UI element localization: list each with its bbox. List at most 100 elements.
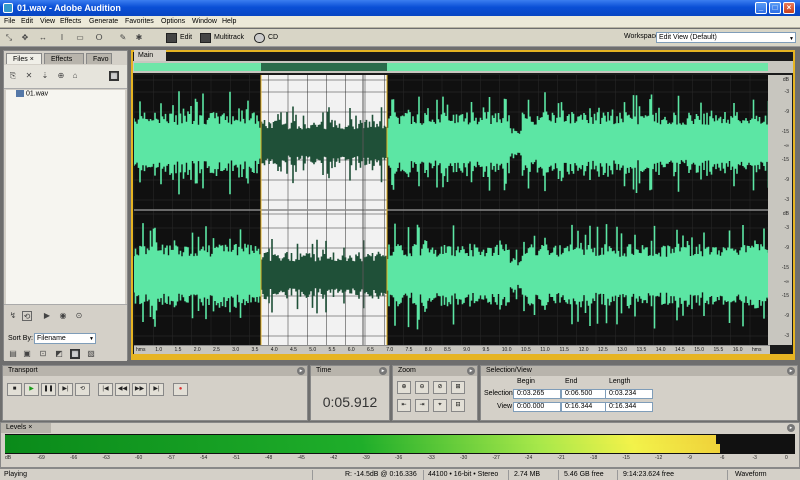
show-file-type-icon[interactable]: ▦ bbox=[109, 71, 119, 81]
zoom-to-selection-icon[interactable]: ⌖ bbox=[433, 399, 447, 412]
scrub-tool-icon[interactable]: ↔ bbox=[38, 33, 48, 43]
zoom-out-horizontal-icon[interactable]: ⊖ bbox=[415, 381, 429, 394]
zoom-in-horizontal-icon[interactable]: ⊕ bbox=[397, 381, 411, 394]
level-scale-label: -36 bbox=[395, 455, 403, 461]
level-scale-label: -18 bbox=[590, 455, 598, 461]
menu-help[interactable]: Help bbox=[222, 18, 236, 25]
minimize-icon[interactable]: _ bbox=[755, 2, 767, 14]
cd-icon bbox=[254, 33, 265, 43]
insert-multitrack-icon[interactable]: ⇣ bbox=[40, 71, 50, 81]
zoom-out-full-icon[interactable]: ⊘ bbox=[433, 381, 447, 394]
files-toolbar: ⎘ ✕ ⇣ ⊕ ⌂ ▦ bbox=[4, 65, 127, 89]
status-free-time: 9:14:23.624 free bbox=[623, 471, 674, 478]
edit-file-icon[interactable]: ⌂ bbox=[70, 71, 80, 81]
multitrack-view-button[interactable]: Multitrack bbox=[200, 32, 244, 44]
sort-by-select[interactable]: Filename ▼ bbox=[34, 333, 96, 344]
ruler-label: 7.5 bbox=[405, 347, 413, 353]
insert-cd-icon[interactable]: ⊕ bbox=[56, 71, 66, 81]
maximize-icon[interactable]: □ bbox=[769, 2, 781, 14]
tab-effects[interactable]: Effects bbox=[44, 53, 84, 64]
zoom-out-vertical-icon[interactable]: ⊟ bbox=[451, 399, 465, 412]
go-to-start-button[interactable]: |◀ bbox=[98, 383, 113, 396]
overview-bar[interactable] bbox=[134, 63, 768, 71]
menu-favorites[interactable]: Favorites bbox=[125, 18, 154, 25]
loop-play-button[interactable]: ⟲ bbox=[75, 383, 90, 396]
workspace-select[interactable]: Edit View (Default) ▼ bbox=[656, 32, 796, 43]
play-preview-icon[interactable]: ▶ bbox=[42, 311, 52, 321]
autoplay-icon[interactable]: ↯ bbox=[8, 311, 18, 321]
marquee-tool-icon[interactable]: ▭ bbox=[75, 33, 85, 43]
panel-menu-icon[interactable]: ▸ bbox=[787, 367, 795, 375]
edit-view-button[interactable]: Edit bbox=[166, 32, 192, 44]
horizontal-scrollbar[interactable] bbox=[133, 354, 793, 358]
menu-effects[interactable]: Effects bbox=[60, 18, 81, 25]
panel-menu-icon[interactable]: ▸ bbox=[297, 367, 305, 375]
view-icon-5[interactable]: ▦ bbox=[70, 349, 80, 359]
close-icon[interactable]: × bbox=[30, 56, 34, 63]
waveform-display[interactable] bbox=[134, 75, 770, 345]
view-icon-6[interactable]: ▧ bbox=[86, 349, 96, 359]
workspace-value: Edit View (Default) bbox=[659, 34, 717, 41]
play-button[interactable]: ▶ bbox=[24, 383, 39, 396]
selection-begin-field[interactable]: 0:03.265 bbox=[513, 389, 561, 399]
list-item[interactable]: 01.wav bbox=[16, 90, 48, 97]
overview-selection[interactable] bbox=[261, 63, 387, 71]
ruler-label: 9.0 bbox=[463, 347, 471, 353]
menu-edit[interactable]: Edit bbox=[21, 18, 33, 25]
zoom-in-vertical-icon[interactable]: ⊞ bbox=[451, 381, 465, 394]
level-scale-label: -21 bbox=[557, 455, 565, 461]
panel-menu-icon[interactable]: ▸ bbox=[467, 367, 475, 375]
panel-menu-icon[interactable]: ▸ bbox=[379, 367, 387, 375]
cd-view-button[interactable]: CD bbox=[254, 32, 278, 44]
view-length-field[interactable]: 0:16.344 bbox=[605, 402, 653, 412]
tab-main[interactable]: Main bbox=[134, 50, 166, 61]
stop-button[interactable]: ■ bbox=[7, 383, 22, 396]
selection-length-field[interactable]: 0:03.234 bbox=[605, 389, 653, 399]
spot-healing-icon[interactable]: ✱ bbox=[134, 33, 144, 43]
lasso-tool-icon[interactable]: ⵔ bbox=[94, 33, 104, 43]
play-to-end-button[interactable]: ▶| bbox=[58, 383, 73, 396]
menu-options[interactable]: Options bbox=[161, 18, 185, 25]
panel-menu-icon[interactable]: ▸ bbox=[787, 424, 795, 432]
view-icon-4[interactable]: ◩ bbox=[54, 349, 64, 359]
move-copy-tool-icon[interactable]: ✥ bbox=[20, 33, 30, 43]
level-scale-label: -12 bbox=[655, 455, 663, 461]
effects-paintbrush-icon[interactable]: ✎ bbox=[118, 33, 128, 43]
zoom-to-right-edge-icon[interactable]: ⇥ bbox=[415, 399, 429, 412]
menu-bar: File Edit View Effects Generate Favorite… bbox=[0, 16, 800, 28]
time-panel: Time ▸ 0:05.912 bbox=[310, 365, 390, 421]
loop-icon[interactable]: ⟲ bbox=[22, 311, 32, 321]
options-icon[interactable]: ⊙ bbox=[74, 311, 84, 321]
time-select-tool-icon[interactable]: I bbox=[57, 33, 67, 43]
level-scale-label: -45 bbox=[297, 455, 305, 461]
view-end-field[interactable]: 0:16.344 bbox=[561, 402, 609, 412]
volume-icon[interactable]: ◉ bbox=[58, 311, 68, 321]
hybrid-tool-icon[interactable]: ⤡ bbox=[4, 33, 14, 43]
zoom-to-left-edge-icon[interactable]: ⇤ bbox=[397, 399, 411, 412]
fast-forward-button[interactable]: ▶▶ bbox=[132, 383, 147, 396]
multitrack-view-icon bbox=[200, 33, 211, 43]
menu-file[interactable]: File bbox=[4, 18, 15, 25]
close-icon[interactable]: × bbox=[28, 424, 32, 431]
edit-view-icon bbox=[166, 33, 177, 43]
menu-view[interactable]: View bbox=[40, 18, 55, 25]
menu-generate[interactable]: Generate bbox=[89, 18, 118, 25]
selection-view-header: Selection/View ▸ bbox=[481, 366, 797, 376]
time-ruler[interactable]: hms 1.0 1.5 2.0 2.5 3.0 3.5 4.0 4.5 5.0 5.5 6.0 6.5 7… bbox=[134, 345, 770, 354]
go-to-end-button[interactable]: ▶| bbox=[149, 383, 164, 396]
ruler-label: 2.0 bbox=[193, 347, 201, 353]
rewind-button[interactable]: ◀◀ bbox=[115, 383, 130, 396]
view-icon-1[interactable]: ▤ bbox=[8, 349, 18, 359]
import-file-icon[interactable]: ⎘ bbox=[8, 71, 18, 81]
view-icon-2[interactable]: ▣ bbox=[22, 349, 32, 359]
view-begin-field[interactable]: 0:00.000 bbox=[513, 402, 561, 412]
view-icon-3[interactable]: ⊡ bbox=[38, 349, 48, 359]
selection-end-field[interactable]: 0:06.500 bbox=[561, 389, 609, 399]
menu-window[interactable]: Window bbox=[192, 18, 217, 25]
close-icon[interactable]: × bbox=[783, 2, 795, 14]
pause-button[interactable]: ❚❚ bbox=[41, 383, 56, 396]
close-file-icon[interactable]: ✕ bbox=[24, 71, 34, 81]
tab-files[interactable]: Files × bbox=[6, 53, 42, 64]
tab-favorites[interactable]: Favo bbox=[86, 53, 112, 64]
record-button[interactable]: ● bbox=[173, 383, 188, 396]
